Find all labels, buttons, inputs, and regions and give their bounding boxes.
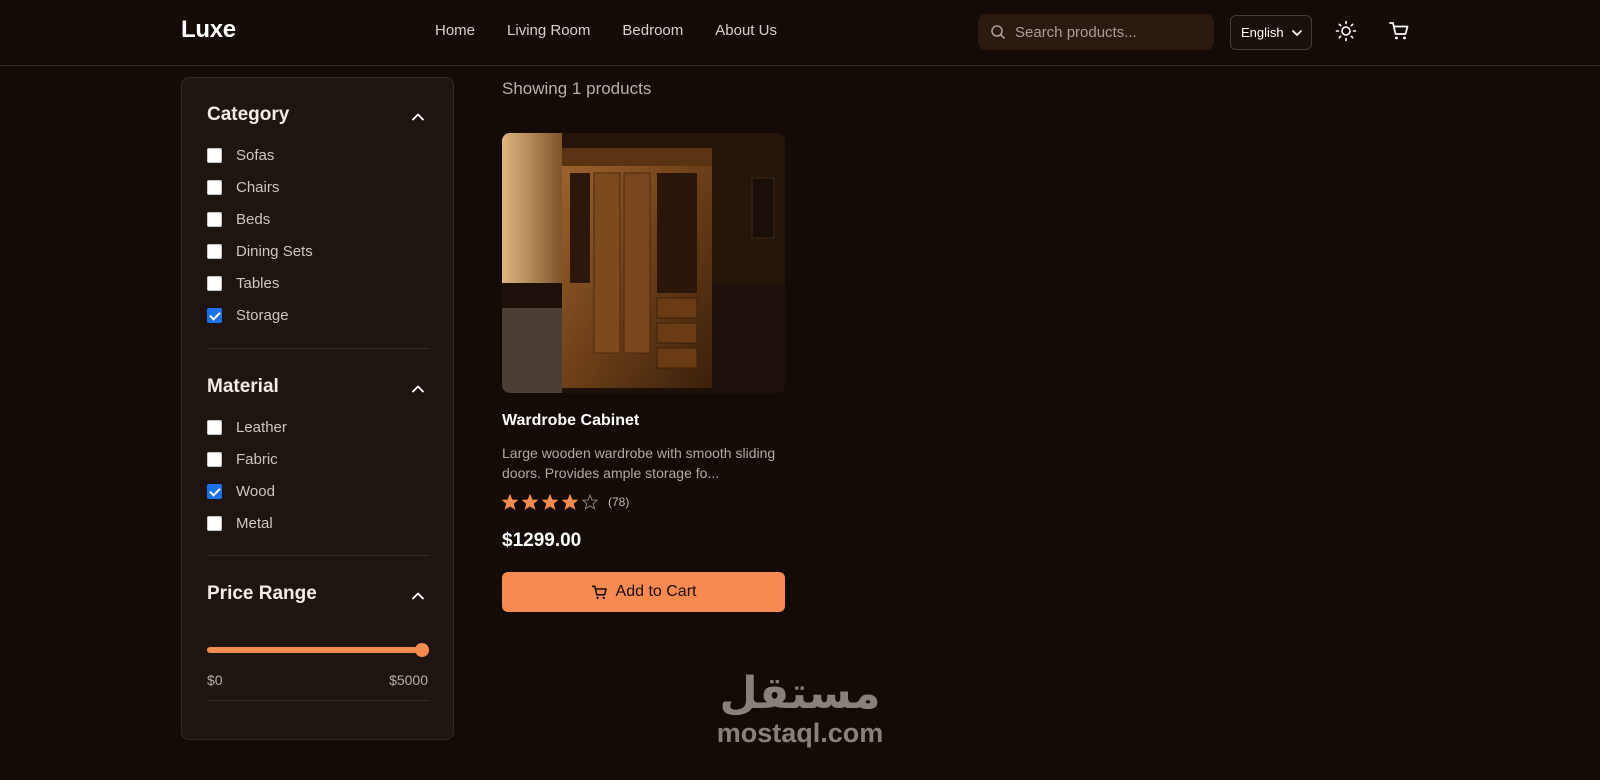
material-header[interactable]: Material [207, 376, 429, 402]
price-filter: Price Range [207, 583, 429, 609]
checkbox-tables[interactable] [207, 275, 222, 291]
nav-living-room[interactable]: Living Room [507, 22, 590, 39]
search-icon [991, 25, 1005, 39]
price-min-label: $0 [207, 672, 223, 688]
option-label: Beds [236, 210, 271, 228]
option-label: Chairs [236, 178, 280, 196]
checkbox-chairs[interactable] [207, 179, 222, 195]
checkbox-sofas[interactable] [207, 147, 222, 163]
material-option-leather[interactable]: Leather [207, 417, 287, 437]
category-filter: Category [207, 104, 429, 130]
results-count: Showing 1 products [502, 79, 652, 98]
nav-bedroom[interactable]: Bedroom [622, 22, 683, 39]
cart-icon [591, 585, 607, 599]
category-title: Category [207, 104, 290, 125]
chevron-down-icon [1292, 30, 1302, 36]
star-icon [522, 494, 538, 510]
option-label: Wood [236, 482, 275, 500]
material-option-metal[interactable]: Metal [207, 513, 273, 533]
option-label: Dining Sets [236, 242, 313, 260]
nav-about-us[interactable]: About Us [715, 22, 777, 39]
watermark: مستقل mostaql.com [700, 668, 900, 749]
product-card[interactable]: Wardrobe Cabinet Large wooden wardrobe w… [502, 133, 785, 612]
slider-thumb[interactable] [415, 643, 429, 657]
category-header[interactable]: Category [207, 104, 429, 130]
watermark-arabic: مستقل [719, 668, 881, 719]
review-count: (78) [608, 495, 630, 509]
category-option-chairs[interactable]: Chairs [207, 177, 279, 197]
chevron-up-icon[interactable] [411, 382, 425, 396]
checkbox-leather[interactable] [207, 419, 222, 435]
category-option-dining-sets[interactable]: Dining Sets [207, 241, 313, 261]
price-title: Price Range [207, 583, 317, 604]
checkbox-storage[interactable] [207, 307, 222, 323]
material-option-fabric[interactable]: Fabric [207, 449, 278, 469]
price-max-label: $5000 [389, 672, 428, 688]
product-description: Large wooden wardrobe with smooth slidin… [502, 445, 776, 481]
checkbox-metal[interactable] [207, 515, 222, 531]
wardrobe-image [502, 133, 785, 393]
material-option-wood[interactable]: Wood [207, 481, 275, 501]
option-label: Sofas [236, 146, 275, 164]
filter-sidebar: Category Sofas Chairs Beds Dining Sets T… [181, 77, 454, 740]
slider-track [207, 647, 429, 653]
checkbox-wood[interactable] [207, 483, 222, 499]
price-range-slider[interactable] [207, 643, 429, 657]
theme-toggle-sun-icon[interactable] [1335, 20, 1357, 42]
checkbox-fabric[interactable] [207, 451, 222, 467]
category-option-sofas[interactable]: Sofas [207, 145, 274, 165]
price-header[interactable]: Price Range [207, 583, 429, 609]
top-header: Luxe Home Living Room Bedroom About Us E… [0, 0, 1600, 66]
add-to-cart-button[interactable]: Add to Cart [502, 572, 785, 612]
language-select[interactable]: English [1230, 15, 1312, 50]
brand-logo[interactable]: Luxe [181, 16, 236, 44]
material-title: Material [207, 376, 279, 397]
checkbox-beds[interactable] [207, 211, 222, 227]
product-name[interactable]: Wardrobe Cabinet [502, 412, 639, 430]
divider [207, 555, 429, 556]
chevron-up-icon[interactable] [411, 589, 425, 603]
material-filter: Material [207, 376, 429, 402]
product-price: $1299.00 [502, 530, 582, 551]
search-input[interactable] [1015, 23, 1205, 41]
main-nav: Home Living Room Bedroom About Us [435, 22, 777, 39]
add-to-cart-label: Add to Cart [615, 583, 697, 600]
star-icon [502, 494, 518, 510]
star-icon [582, 494, 598, 510]
product-image[interactable] [502, 133, 785, 393]
option-label: Metal [236, 514, 273, 532]
category-option-storage[interactable]: Storage [207, 305, 289, 325]
watermark-latin: mostaql.com [716, 718, 884, 748]
category-option-beds[interactable]: Beds [207, 209, 270, 229]
option-label: Fabric [236, 450, 278, 468]
star-icon [542, 494, 558, 510]
chevron-up-icon[interactable] [411, 110, 425, 124]
category-option-tables[interactable]: Tables [207, 273, 279, 293]
option-label: Leather [236, 418, 287, 436]
divider [207, 348, 429, 349]
product-rating: (78) [502, 494, 629, 510]
divider [207, 700, 429, 701]
cart-icon[interactable] [1388, 20, 1410, 42]
option-label: Storage [236, 306, 289, 324]
nav-home[interactable]: Home [435, 22, 475, 39]
search-box [978, 14, 1214, 50]
language-value: English [1241, 25, 1284, 40]
star-icon [562, 494, 578, 510]
option-label: Tables [236, 274, 280, 292]
checkbox-dining-sets[interactable] [207, 243, 222, 259]
